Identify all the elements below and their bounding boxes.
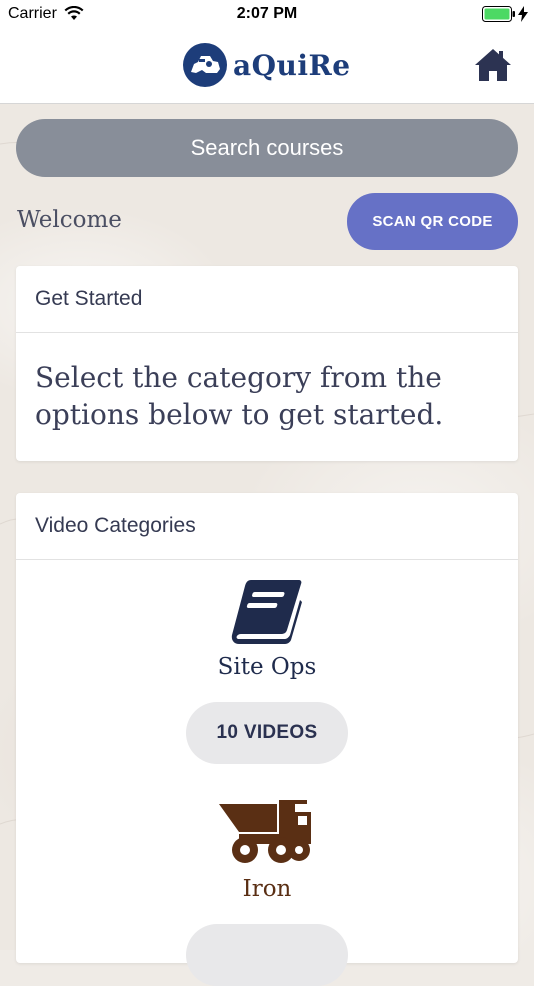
battery-icon — [482, 6, 515, 22]
video-categories-title: Video Categories — [16, 493, 518, 560]
home-icon[interactable] — [474, 48, 512, 82]
charging-icon — [518, 6, 528, 22]
status-time: 2:07 PM — [236, 5, 298, 22]
logo-emblem-icon — [183, 43, 227, 87]
haul-truck-icon — [219, 800, 311, 863]
category-label: Site Ops — [217, 654, 317, 680]
video-count-button[interactable] — [186, 924, 348, 986]
category-label: Iron — [242, 876, 292, 902]
get-started-instructions: Select the category from the options bel… — [35, 361, 444, 431]
video-categories-card: Video Categories Site Ops 10 VIDEOS Iron — [16, 493, 518, 986]
search-courses-field[interactable]: Search courses — [16, 119, 518, 177]
app-header: aQuiRe — [0, 30, 534, 104]
get-started-card: Get Started Select the category from the… — [16, 266, 518, 461]
status-bar: Carrier 2:07 PM — [0, 0, 534, 30]
category-iron[interactable]: Iron — [16, 800, 518, 986]
book-icon — [231, 580, 302, 644]
app-logo: aQuiRe — [182, 42, 351, 88]
welcome-text: Welcome — [17, 207, 122, 233]
scan-qr-code-button[interactable]: SCAN QR CODE — [347, 193, 518, 250]
video-count-button[interactable]: 10 VIDEOS — [186, 702, 348, 764]
category-site-ops[interactable]: Site Ops 10 VIDEOS — [16, 578, 518, 764]
logo-text: aQuiRe — [233, 48, 351, 82]
get-started-title: Get Started — [16, 266, 518, 333]
